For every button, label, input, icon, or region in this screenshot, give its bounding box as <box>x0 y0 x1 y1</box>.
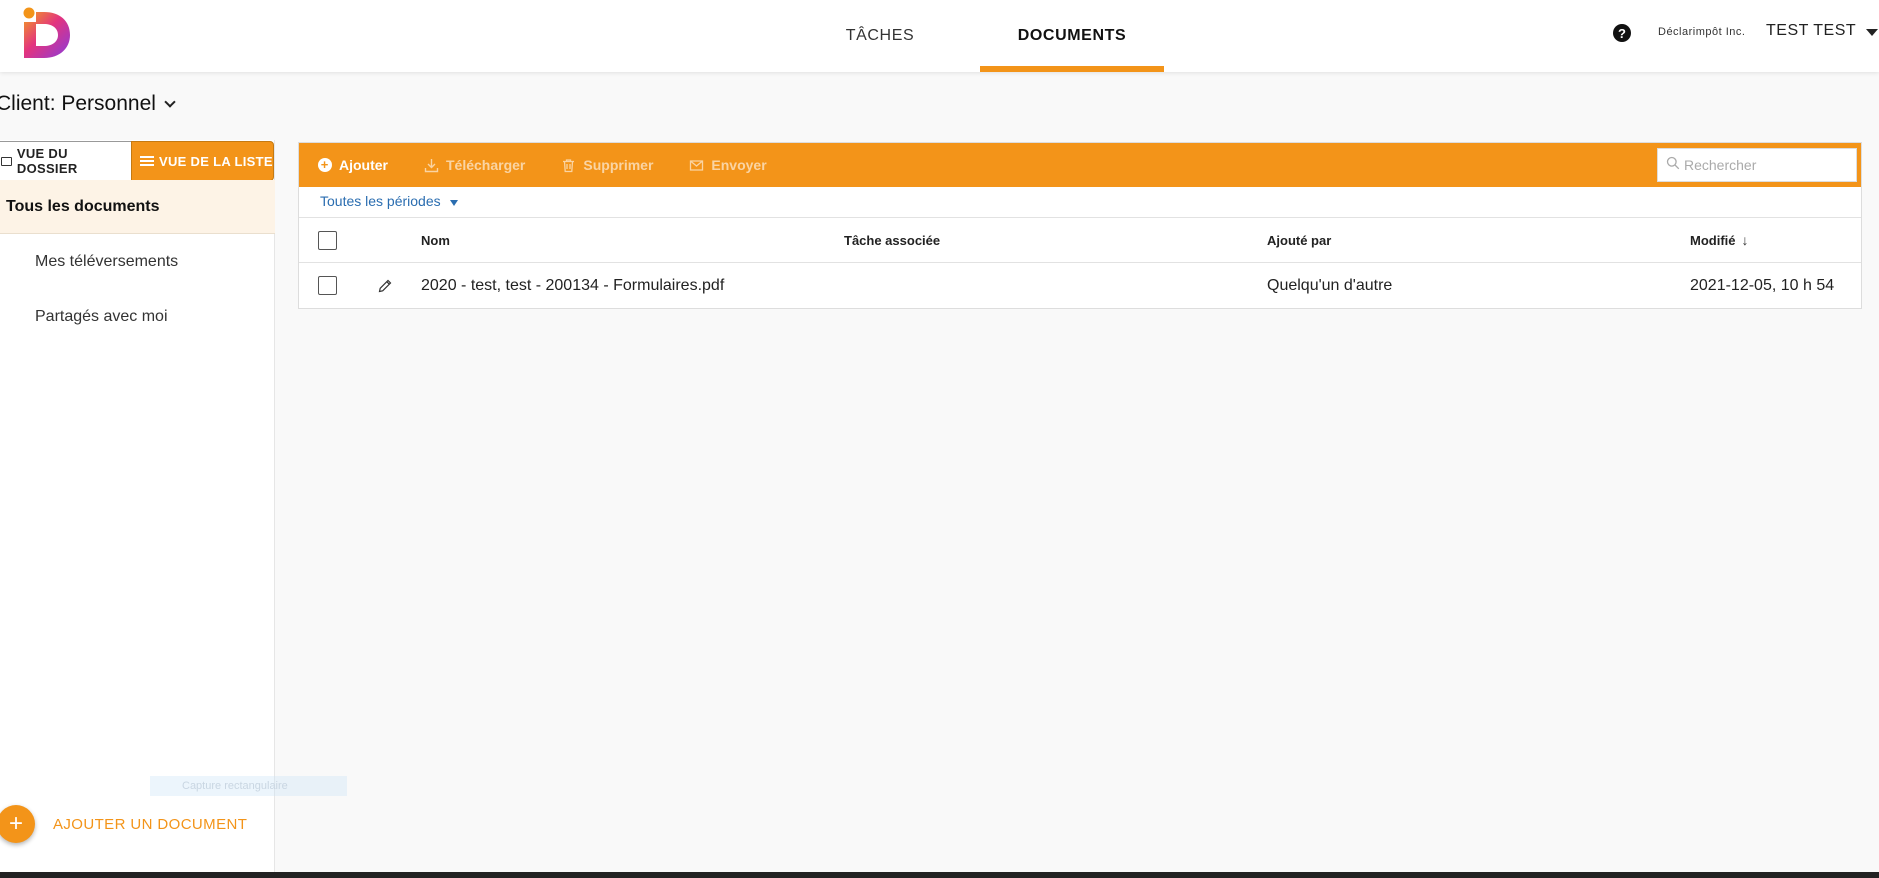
row-checkbox[interactable] <box>318 276 337 295</box>
documents-panel: + Ajouter Télécharger Supprimer Envoyer <box>298 142 1862 309</box>
sidebar-item-label: Mes téléversements <box>35 253 179 270</box>
sidebar-item-my-uploads[interactable]: Mes téléversements <box>0 235 275 289</box>
sidebar-item-label: Tous les documents <box>6 197 160 215</box>
client-title: Client: Personnel <box>0 92 156 115</box>
plus-icon: + <box>0 805 35 843</box>
period-filter-label: Toutes les périodes <box>320 193 441 209</box>
sidebar: VUE DU DOSSIER VUE DE LA LISTE Tous les … <box>0 140 347 874</box>
column-header-added-by[interactable]: Ajouté par <box>1267 218 1331 262</box>
add-label: Ajouter <box>339 157 388 173</box>
document-name[interactable]: 2020 - test, test - 200134 - Formulaires… <box>421 263 724 308</box>
list-icon <box>140 156 154 166</box>
bottom-bar <box>0 872 1879 878</box>
client-selector[interactable]: Client: Personnel <box>0 92 176 116</box>
folder-icon <box>1 156 12 166</box>
nav-tab-taches[interactable]: TÂCHES <box>820 0 940 72</box>
list-view-label: VUE DE LA LISTE <box>159 153 273 169</box>
added-by: Quelqu'un d'autre <box>1267 276 1393 294</box>
delete-button[interactable]: Supprimer <box>561 157 669 173</box>
app-logo[interactable] <box>22 6 72 60</box>
download-icon <box>424 158 439 173</box>
table-row[interactable]: 2020 - test, test - 200134 - Formulaires… <box>299 263 1861 308</box>
list-view-button[interactable]: VUE DE LA LISTE <box>131 141 274 181</box>
column-header-modified-label: Modifié <box>1690 232 1736 248</box>
folder-view-button[interactable]: VUE DU DOSSIER <box>0 141 131 181</box>
search-icon <box>1666 156 1680 175</box>
send-button[interactable]: Envoyer <box>689 157 782 173</box>
company-name: Déclarimpôt Inc. <box>1658 26 1746 38</box>
view-toggle: VUE DU DOSSIER VUE DE LA LISTE <box>0 141 274 181</box>
row-select-cell <box>318 263 337 308</box>
snip-tooltip: Capture rectangulaire <box>150 776 347 796</box>
sidebar-item-shared-with-me[interactable]: Partagés avec moi <box>0 290 275 344</box>
sort-down-arrow-icon: ↓ <box>1741 232 1749 248</box>
column-header-modified[interactable]: Modifié ↓ <box>1690 218 1749 262</box>
add-document-button[interactable]: + AJOUTER UN DOCUMENT <box>0 802 247 846</box>
folder-view-label: VUE DU DOSSIER <box>16 146 78 176</box>
send-label: Envoyer <box>711 157 767 173</box>
download-label: Télécharger <box>446 157 526 173</box>
caret-down-icon <box>449 199 458 206</box>
modified-date: 2021-12-05, 10 h 54 <box>1690 276 1835 294</box>
table-header: Nom Tâche associée Ajouté par Modifié ↓ <box>299 217 1861 263</box>
sidebar-item-all-documents[interactable]: Tous les documents <box>0 180 275 234</box>
envelope-icon <box>689 158 704 173</box>
trash-icon <box>561 158 576 173</box>
period-filter[interactable]: Toutes les périodes <box>320 193 458 209</box>
search-box <box>1657 148 1857 182</box>
column-header-task[interactable]: Tâche associée <box>844 218 940 262</box>
add-document-label: AJOUTER UN DOCUMENT <box>53 815 248 833</box>
column-header-name[interactable]: Nom <box>421 218 450 262</box>
user-name: TEST TEST <box>1766 22 1857 39</box>
add-button[interactable]: + Ajouter <box>317 157 404 173</box>
download-button[interactable]: Télécharger <box>424 157 541 173</box>
snip-tooltip-label: Capture rectangulaire <box>182 780 288 792</box>
plus-circle-icon: + <box>317 158 332 173</box>
documents-toolbar: + Ajouter Télécharger Supprimer Envoyer <box>299 143 1861 187</box>
caret-down-icon <box>1866 29 1879 36</box>
nav-tab-documents[interactable]: DOCUMENTS <box>980 0 1164 72</box>
sidebar-item-label: Partagés avec moi <box>35 308 168 325</box>
delete-label: Supprimer <box>583 157 654 173</box>
chevron-down-icon <box>164 96 176 108</box>
select-all-cell <box>318 218 337 262</box>
pencil-icon[interactable] <box>377 263 393 308</box>
user-menu[interactable]: TEST TEST <box>1766 22 1879 40</box>
search-input[interactable] <box>1684 157 1844 173</box>
top-bar: TÂCHES DOCUMENTS ? Déclarimpôt Inc. TEST… <box>0 0 1879 72</box>
select-all-checkbox[interactable] <box>318 230 337 250</box>
question-circle-icon[interactable]: ? <box>1613 24 1631 42</box>
